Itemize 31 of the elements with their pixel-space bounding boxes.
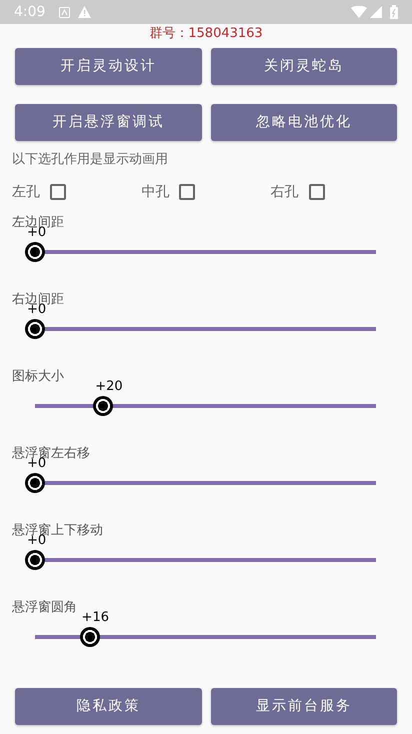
slider-thumb[interactable] (25, 242, 45, 262)
checkbox[interactable] (50, 184, 66, 200)
slider-label: 图标大小 (12, 368, 64, 384)
group-number: 群号：158043163 (149, 26, 263, 41)
wifi-icon (351, 6, 367, 18)
checkbox[interactable] (179, 184, 196, 200)
slider-value: +20 (95, 378, 123, 394)
battery-icon (390, 5, 398, 19)
notification-icon (59, 6, 70, 18)
action-button[interactable]: 开启灵动设计 (15, 48, 202, 85)
slider-thumb[interactable] (93, 396, 114, 416)
signal-icon (370, 6, 382, 18)
slider-thumb[interactable] (80, 626, 100, 646)
hole-label: 左孔 (12, 182, 40, 202)
slider-value: +16 (82, 610, 109, 626)
slider-label: 悬浮窗圆角 (12, 598, 77, 616)
action-button[interactable]: 忽略电池优化 (210, 104, 397, 141)
action-button[interactable]: 关闭灵蛇岛 (210, 48, 397, 85)
hint-text: 以下选孔作用是显示动画用 (12, 152, 168, 167)
hole-label: 中孔 (141, 182, 170, 202)
action-button[interactable]: 显示前台服务 (210, 688, 397, 724)
slider-thumb[interactable] (25, 318, 45, 338)
slider-thumb[interactable] (25, 472, 45, 492)
warning-icon (78, 6, 92, 18)
action-button[interactable]: 开启悬浮窗调试 (15, 104, 202, 141)
slider-label: 悬浮窗左右移 (12, 444, 90, 460)
slider-thumb[interactable] (25, 550, 45, 570)
checkbox[interactable] (308, 184, 325, 200)
slider-label: 悬浮窗上下移动 (12, 522, 103, 538)
hole-label: 右孔 (270, 182, 299, 202)
action-button[interactable]: 隐私政策 (15, 688, 202, 724)
